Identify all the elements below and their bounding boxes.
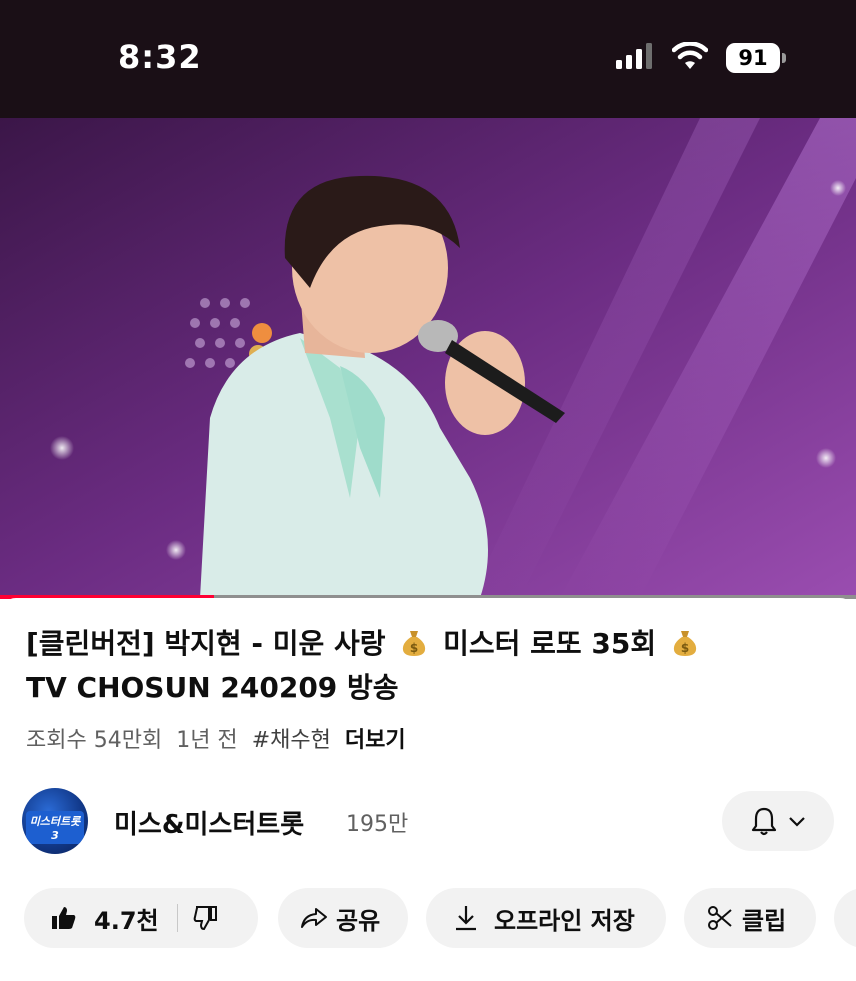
clip-button[interactable]: 클립 — [684, 888, 816, 948]
status-time: 8:32 — [118, 38, 202, 76]
more-link[interactable]: 더보기 — [345, 728, 406, 753]
title-text-2: 미스터 로또 35회 — [443, 627, 657, 660]
battery-level: 91 — [738, 46, 768, 70]
money-bag-icon: $ — [403, 631, 426, 656]
status-bar: 8:32 91 — [0, 0, 856, 118]
channel-avatar[interactable]: 미스터트롯3 — [22, 788, 88, 854]
view-count: 조회수 54만회 — [26, 728, 163, 753]
money-bag-icon: $ — [673, 631, 696, 656]
share-label: 공유 — [336, 906, 381, 935]
share-icon — [300, 904, 328, 932]
svg-text:$: $ — [410, 641, 418, 655]
avatar-logo-text: 미스터트롯3 — [26, 811, 84, 844]
bell-icon — [751, 807, 777, 836]
video-frame — [0, 118, 856, 598]
battery-icon: 91 — [726, 43, 786, 73]
download-icon — [452, 904, 480, 932]
channel-name[interactable]: 미스&미스터트롯 — [114, 804, 304, 841]
like-icon[interactable] — [50, 904, 78, 932]
more-actions-button[interactable] — [834, 888, 856, 948]
video-info-panel: [클린버전] 박지현 - 미운 사랑 $ 미스터 로또 35회 $ TV CHO… — [0, 598, 856, 981]
video-player[interactable] — [0, 118, 856, 598]
clip-label: 클립 — [742, 906, 787, 935]
offline-save-label: 오프라인 저장 — [494, 906, 635, 935]
notification-bell-button[interactable] — [722, 791, 834, 851]
dislike-icon[interactable] — [192, 904, 220, 932]
chevron-down-icon — [789, 817, 805, 827]
scissors-icon — [706, 904, 734, 932]
like-dislike-pill: 4.7천 — [24, 888, 258, 948]
share-button[interactable]: 공유 — [278, 888, 408, 948]
title-text-1: [클린버전] 박지현 - 미운 사랑 — [26, 627, 386, 660]
subscriber-count: 195만 — [346, 812, 409, 837]
video-meta[interactable]: 조회수 54만회 1년 전 #채수현 더보기 — [26, 722, 420, 754]
channel-row: 미스터트롯3 미스&미스터트롯 195만 — [22, 788, 834, 854]
like-divider — [176, 904, 178, 932]
cellular-signal-icon — [616, 43, 654, 73]
title-text-3: TV CHOSUN 240209 방송 — [26, 671, 399, 704]
like-count[interactable]: 4.7천 — [94, 901, 159, 936]
wifi-icon — [671, 41, 709, 74]
hashtag-link[interactable]: #채수현 — [252, 728, 331, 753]
svg-text:$: $ — [681, 641, 689, 655]
upload-age: 1년 전 — [176, 728, 238, 753]
status-icons: 91 — [616, 40, 786, 76]
video-title[interactable]: [클린버전] 박지현 - 미운 사랑 $ 미스터 로또 35회 $ TV CHO… — [26, 622, 826, 710]
offline-save-button[interactable]: 오프라인 저장 — [426, 888, 666, 948]
